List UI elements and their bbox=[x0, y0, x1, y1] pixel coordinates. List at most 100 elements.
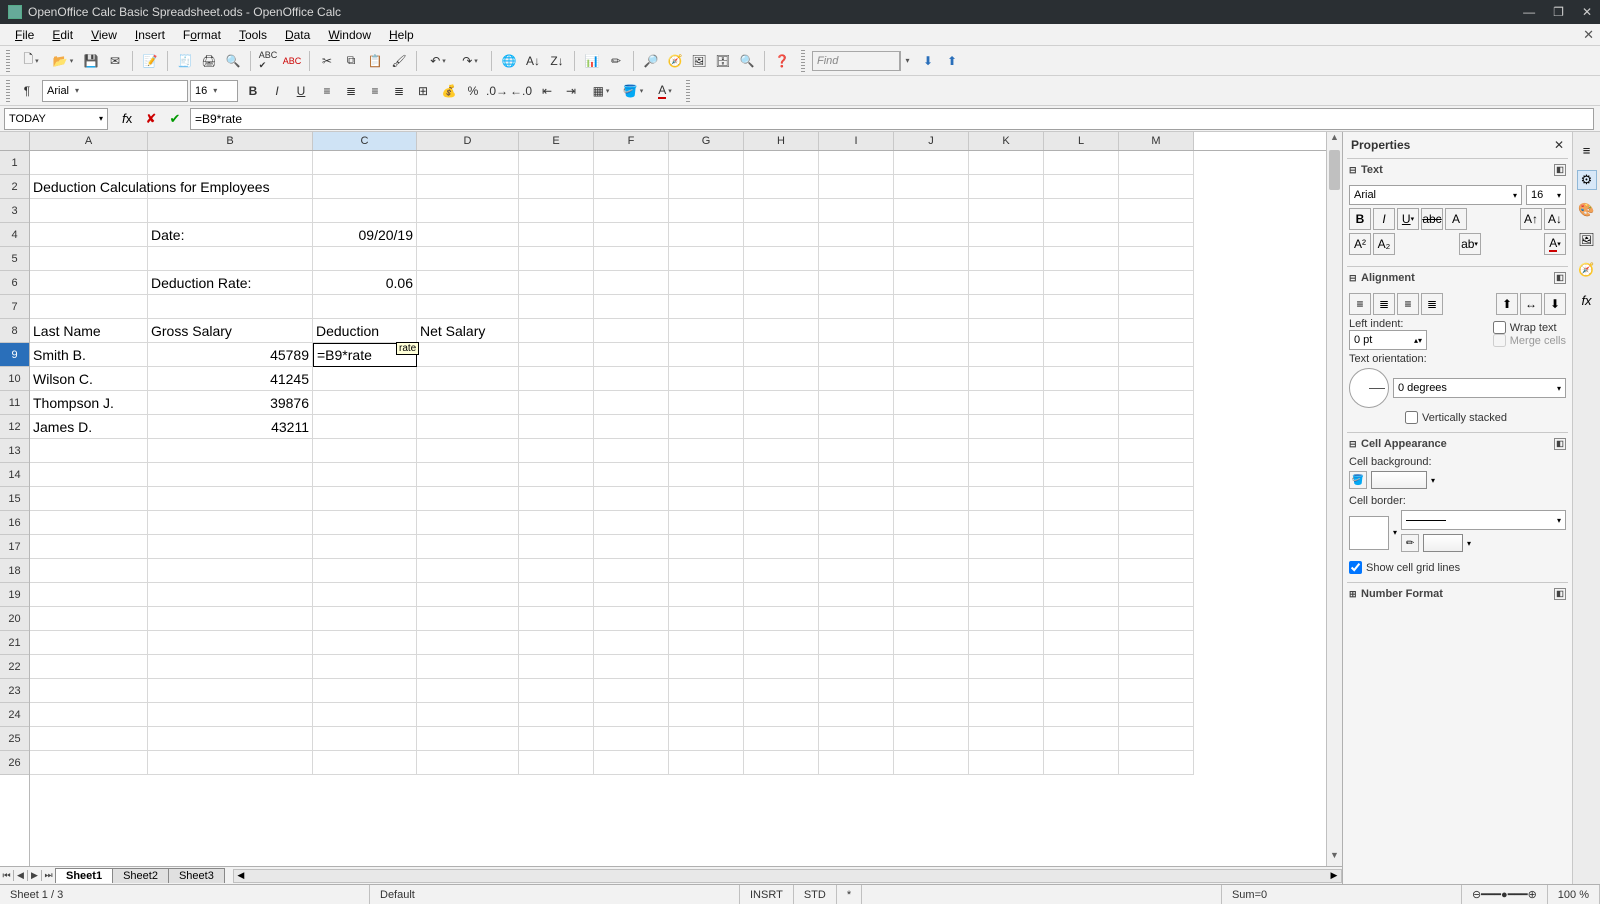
cell-F9[interactable] bbox=[594, 343, 669, 367]
cell-G1[interactable] bbox=[669, 151, 744, 175]
cell-J21[interactable] bbox=[894, 631, 969, 655]
cell-A5[interactable] bbox=[30, 247, 148, 271]
col-header[interactable]: F bbox=[594, 132, 669, 150]
cell-B23[interactable] bbox=[148, 679, 313, 703]
cell-C10[interactable] bbox=[313, 367, 417, 391]
cell-D26[interactable] bbox=[417, 751, 519, 775]
cell-G25[interactable] bbox=[669, 727, 744, 751]
cell-K21[interactable] bbox=[969, 631, 1044, 655]
cell-G22[interactable] bbox=[669, 655, 744, 679]
find-dropdown[interactable]: ▾ bbox=[900, 51, 914, 71]
orientation-combo[interactable]: 0 degrees▾ bbox=[1393, 378, 1566, 398]
cell-B22[interactable] bbox=[148, 655, 313, 679]
cell-K15[interactable] bbox=[969, 487, 1044, 511]
cell-J16[interactable] bbox=[894, 511, 969, 535]
cell-F8[interactable] bbox=[594, 319, 669, 343]
cell-E17[interactable] bbox=[519, 535, 594, 559]
cell-I9[interactable] bbox=[819, 343, 894, 367]
border-color-icon[interactable]: ✏ bbox=[1401, 534, 1419, 552]
cell-I8[interactable] bbox=[819, 319, 894, 343]
align-center-button[interactable]: ≣ bbox=[340, 80, 362, 102]
cell-F5[interactable] bbox=[594, 247, 669, 271]
cell-F7[interactable] bbox=[594, 295, 669, 319]
cell-A4[interactable] bbox=[30, 223, 148, 247]
cell-J18[interactable] bbox=[894, 559, 969, 583]
row-header[interactable]: 16 bbox=[0, 511, 29, 535]
sidebar-grow-font[interactable]: A↑ bbox=[1520, 208, 1542, 230]
cell-G5[interactable] bbox=[669, 247, 744, 271]
cell-K7[interactable] bbox=[969, 295, 1044, 319]
increase-indent-button[interactable]: ⇥ bbox=[560, 80, 582, 102]
cell-E15[interactable] bbox=[519, 487, 594, 511]
cell-M13[interactable] bbox=[1119, 439, 1194, 463]
find-next-button[interactable]: ⬇ bbox=[917, 50, 939, 72]
cell-L4[interactable] bbox=[1044, 223, 1119, 247]
align-right[interactable]: ≡ bbox=[1397, 293, 1419, 315]
cell-I25[interactable] bbox=[819, 727, 894, 751]
cell-J1[interactable] bbox=[894, 151, 969, 175]
cell-I15[interactable] bbox=[819, 487, 894, 511]
cell-K12[interactable] bbox=[969, 415, 1044, 439]
cell-J19[interactable] bbox=[894, 583, 969, 607]
cell-F3[interactable] bbox=[594, 199, 669, 223]
cell-B18[interactable] bbox=[148, 559, 313, 583]
cell-K11[interactable] bbox=[969, 391, 1044, 415]
sidebar-styles-icon[interactable]: 🎨 bbox=[1577, 200, 1597, 220]
cell-K17[interactable] bbox=[969, 535, 1044, 559]
sidebar-font-name[interactable]: Arial▾ bbox=[1349, 185, 1522, 205]
cell-K4[interactable] bbox=[969, 223, 1044, 247]
cell-C17[interactable] bbox=[313, 535, 417, 559]
cell-D12[interactable] bbox=[417, 415, 519, 439]
cancel-button[interactable]: ✘ bbox=[142, 110, 160, 128]
cell-D10[interactable] bbox=[417, 367, 519, 391]
cell-F23[interactable] bbox=[594, 679, 669, 703]
cell-B6[interactable]: Deduction Rate: bbox=[148, 271, 313, 295]
cell-K8[interactable] bbox=[969, 319, 1044, 343]
cell-F16[interactable] bbox=[594, 511, 669, 535]
cell-M25[interactable] bbox=[1119, 727, 1194, 751]
cell-G19[interactable] bbox=[669, 583, 744, 607]
cell-E9[interactable] bbox=[519, 343, 594, 367]
align-justify-button[interactable]: ≣ bbox=[388, 80, 410, 102]
cell-G23[interactable] bbox=[669, 679, 744, 703]
cell-H15[interactable] bbox=[744, 487, 819, 511]
align-justify[interactable]: ≣ bbox=[1421, 293, 1443, 315]
cell-F2[interactable] bbox=[594, 175, 669, 199]
cell-H3[interactable] bbox=[744, 199, 819, 223]
open-button[interactable]: 📂▾ bbox=[48, 50, 78, 72]
section-more-icon[interactable]: ◧ bbox=[1554, 164, 1566, 176]
cell-D17[interactable] bbox=[417, 535, 519, 559]
row-header[interactable]: 14 bbox=[0, 463, 29, 487]
sidebar-underline[interactable]: U▾ bbox=[1397, 208, 1419, 230]
cell-C18[interactable] bbox=[313, 559, 417, 583]
cell-J25[interactable] bbox=[894, 727, 969, 751]
cell-H12[interactable] bbox=[744, 415, 819, 439]
cell-L13[interactable] bbox=[1044, 439, 1119, 463]
cell-J2[interactable] bbox=[894, 175, 969, 199]
formula-input[interactable]: =B9*rate bbox=[190, 108, 1594, 130]
percent-button[interactable]: % bbox=[462, 80, 484, 102]
toolbar-handle[interactable] bbox=[6, 50, 10, 72]
cell-F19[interactable] bbox=[594, 583, 669, 607]
document-close-icon[interactable]: ✕ bbox=[1583, 27, 1594, 43]
cell-M21[interactable] bbox=[1119, 631, 1194, 655]
add-decimal-button[interactable]: .0→ bbox=[486, 80, 508, 102]
remove-decimal-button[interactable]: ←.0 bbox=[510, 80, 532, 102]
cell-E8[interactable] bbox=[519, 319, 594, 343]
bg-fill-icon[interactable]: 🪣 bbox=[1349, 471, 1367, 489]
undo-button[interactable]: ↶▾ bbox=[423, 50, 453, 72]
cell-I1[interactable] bbox=[819, 151, 894, 175]
cell-B16[interactable] bbox=[148, 511, 313, 535]
row-header[interactable]: 12 bbox=[0, 415, 29, 439]
sheet-tab[interactable]: Sheet2 bbox=[112, 868, 169, 883]
cell-K14[interactable] bbox=[969, 463, 1044, 487]
gridlines-checkbox[interactable]: Show cell grid lines bbox=[1349, 561, 1566, 574]
row-header[interactable]: 17 bbox=[0, 535, 29, 559]
cell-B4[interactable]: Date: bbox=[148, 223, 313, 247]
cell-A8[interactable]: Last Name bbox=[30, 319, 148, 343]
cell-B9[interactable]: 45789 bbox=[148, 343, 313, 367]
cell-C23[interactable] bbox=[313, 679, 417, 703]
paste-button[interactable]: 📋 bbox=[364, 50, 386, 72]
cell-L18[interactable] bbox=[1044, 559, 1119, 583]
menu-help[interactable]: Help bbox=[380, 26, 423, 44]
